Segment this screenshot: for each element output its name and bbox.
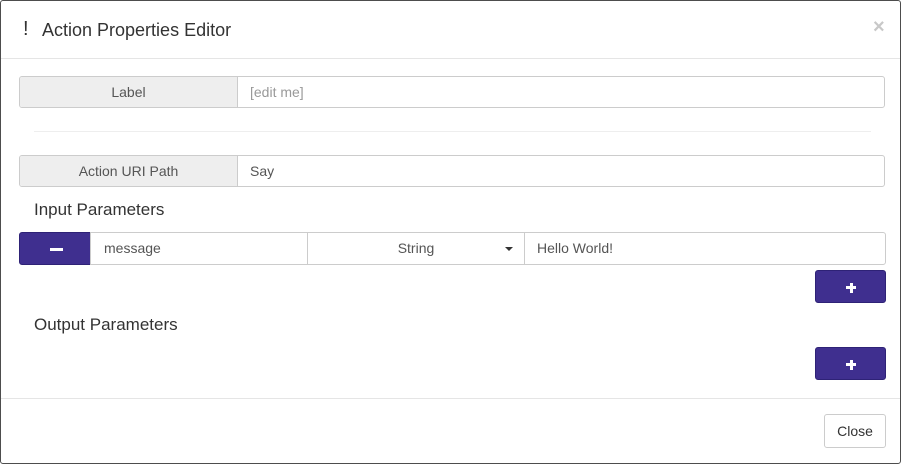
dialog-footer: Close [1,398,900,463]
divider [34,131,871,132]
output-parameters-heading: Output Parameters [34,315,178,334]
alert-icon: ! [23,18,29,40]
parameter-value-input[interactable]: Hello World! [524,232,886,265]
parameter-type-value: String [397,240,435,256]
remove-parameter-button[interactable] [19,232,91,265]
caret-down-icon [505,247,513,251]
add-output-parameter-button[interactable] [815,347,886,380]
add-input-parameter-button[interactable] [815,270,886,303]
action-uri-input-group: Action URI Path Say [19,155,885,187]
parameter-type-select[interactable]: String [307,232,525,265]
dialog-header: ! Action Properties Editor × [1,1,900,59]
action-properties-dialog: ! Action Properties Editor × Label [edit… [0,0,901,464]
minus-icon [50,248,63,251]
parameter-name-input[interactable]: message [90,232,308,265]
close-button[interactable]: Close [824,414,886,448]
label-input[interactable]: [edit me] [250,77,304,107]
input-parameters-heading: Input Parameters [34,200,165,219]
label-addon: Label [20,77,238,107]
close-icon[interactable]: × [873,15,885,39]
input-parameter-row: message String Hello World! [19,232,886,265]
action-uri-input[interactable]: Say [250,156,274,186]
dialog-title: Action Properties Editor [42,20,232,40]
action-uri-addon: Action URI Path [20,156,238,186]
label-input-group: Label [edit me] [19,76,885,108]
